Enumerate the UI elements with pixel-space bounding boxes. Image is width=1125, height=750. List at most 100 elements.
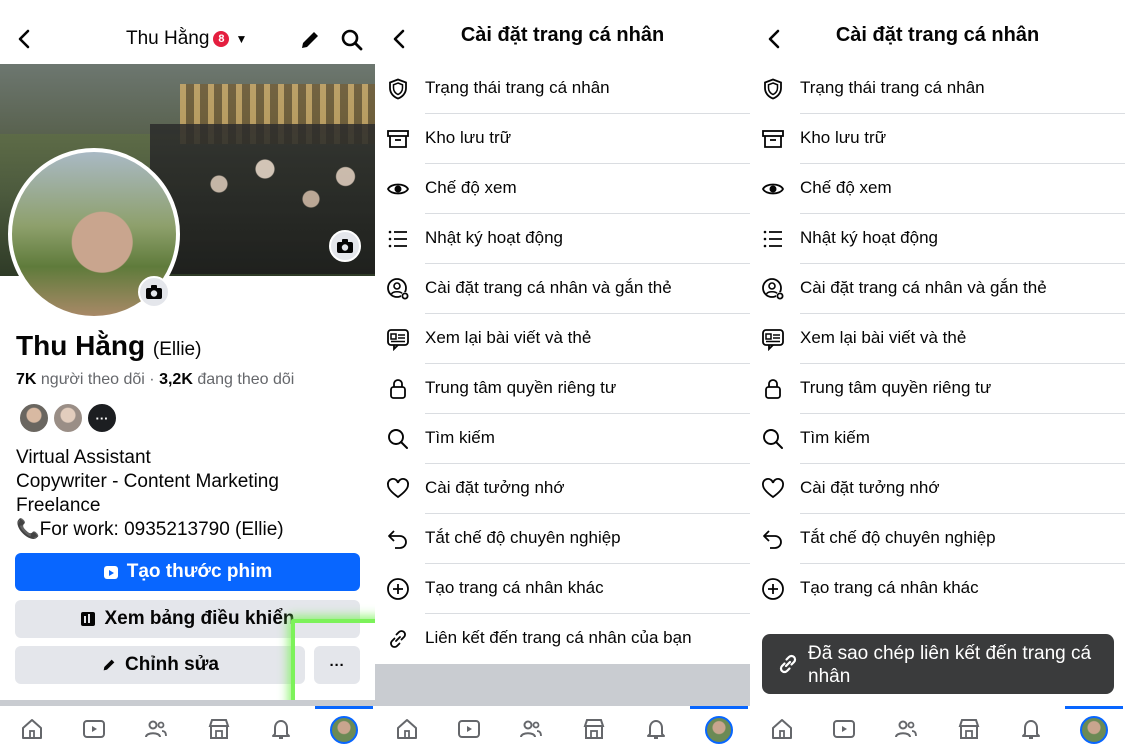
settings-menu-item[interactable]: Nhật ký hoạt động — [375, 214, 750, 264]
settings-menu-label: Trạng thái trang cá nhân — [800, 78, 985, 97]
undo-icon — [388, 530, 407, 549]
dashboard-label: Xem bảng điều khiển — [104, 608, 295, 629]
nav-notifications[interactable] — [1018, 716, 1044, 742]
home-icon — [22, 719, 42, 739]
more-friends-button[interactable]: ··· — [86, 402, 118, 434]
settings-menu-label: Tạo trang cá nhân khác — [800, 578, 979, 597]
dashboard-icon — [81, 612, 96, 626]
nav-marketplace[interactable] — [206, 716, 232, 742]
active-tab-indicator — [315, 706, 373, 709]
settings-menu-item[interactable]: Kho lưu trữ — [375, 114, 750, 164]
settings-menu-item[interactable]: Trạng thái trang cá nhân — [750, 64, 1125, 114]
friend-avatar[interactable] — [52, 402, 84, 434]
eye-icon — [761, 183, 785, 195]
settings-menu-item[interactable]: Tắt chế độ chuyên nghiệp — [750, 514, 1125, 564]
cover-camera-button[interactable] — [329, 230, 361, 262]
settings-menu-label: Cài đặt trang cá nhân và gắn thẻ — [425, 278, 672, 297]
create-reel-label: Tạo thước phim — [126, 561, 273, 582]
menu-footer — [375, 664, 750, 706]
video-icon — [458, 720, 480, 738]
settings-menu-item[interactable]: Trung tâm quyền riêng tư — [375, 364, 750, 414]
settings-menu-label: Kho lưu trữ — [800, 128, 887, 147]
settings-menu-label: Xem lại bài viết và thẻ — [800, 328, 967, 347]
settings-menu-label: Liên kết đến trang cá nhân của bạn — [425, 628, 692, 647]
avatar-camera-button[interactable] — [138, 276, 170, 308]
settings-menu-item[interactable]: Cài đặt trang cá nhân và gắn thẻ — [750, 264, 1125, 314]
settings-menu-item[interactable]: Nhật ký hoạt động — [750, 214, 1125, 264]
edit-button[interactable] — [298, 28, 322, 52]
settings-menu-item[interactable]: Chế độ xem — [375, 164, 750, 214]
bell-icon — [1022, 720, 1040, 739]
settings-menu-item[interactable]: Tạo trang cá nhân khác — [375, 564, 750, 614]
settings-menu-item[interactable]: Chế độ xem — [750, 164, 1125, 214]
settings-screen: Cài đặt trang cá nhân Trạng thái trang c… — [375, 0, 750, 750]
nav-marketplace[interactable] — [581, 716, 607, 742]
friend-avatar[interactable] — [18, 402, 50, 434]
settings-menu-label: Xem lại bài viết và thẻ — [425, 328, 592, 347]
home-icon — [397, 719, 417, 739]
list-icon — [763, 230, 782, 248]
nav-friends[interactable] — [893, 716, 919, 742]
nav-profile-avatar[interactable] — [330, 716, 358, 744]
plus-circle-icon — [387, 578, 409, 600]
plus-circle-icon — [762, 578, 784, 600]
video-icon — [83, 720, 105, 738]
lock-icon — [390, 379, 406, 399]
active-tab-indicator — [1065, 706, 1123, 709]
settings-menu-item[interactable]: Tạo trang cá nhân khác — [750, 564, 1125, 614]
back-button[interactable] — [14, 26, 34, 52]
settings-menu-item[interactable]: Cài đặt trang cá nhân và gắn thẻ — [375, 264, 750, 314]
settings-menu-item[interactable]: Tắt chế độ chuyên nghiệp — [375, 514, 750, 564]
settings-menu-label: Tắt chế độ chuyên nghiệp — [425, 528, 621, 547]
archive-icon — [762, 130, 784, 148]
bio-line: 📞For work: 0935213790 (Ellie) — [16, 519, 284, 540]
friends-icon — [895, 720, 917, 738]
camera-icon — [337, 239, 353, 253]
nav-profile-avatar[interactable] — [705, 716, 733, 744]
review-icon — [762, 329, 784, 351]
bio-line: Copywriter - Content Marketing — [16, 471, 279, 492]
settings-menu: Trạng thái trang cá nhân Kho lưu trữ Chế đ… — [750, 64, 1125, 614]
following-label: đang theo dõi — [197, 371, 295, 388]
nav-home[interactable] — [394, 716, 420, 742]
settings-menu-item[interactable]: Tìm kiếm — [750, 414, 1125, 464]
nav-video[interactable] — [831, 716, 857, 742]
heart-icon — [762, 478, 784, 499]
settings-menu-item[interactable]: Trạng thái trang cá nhân — [375, 64, 750, 114]
settings-menu-item[interactable]: Liên kết đến trang cá nhân của bạn — [375, 614, 750, 664]
settings-menu-item[interactable]: Cài đặt tưởng nhớ — [750, 464, 1125, 514]
settings-menu-label: Cài đặt tưởng nhớ — [800, 478, 940, 497]
nav-video[interactable] — [456, 716, 482, 742]
profile-gear-icon — [762, 278, 784, 300]
profile-header: Thu Hằng 8 ▼ — [0, 0, 375, 64]
search-button[interactable] — [340, 28, 364, 52]
lock-icon — [765, 379, 781, 399]
settings-menu-item[interactable]: Xem lại bài viết và thẻ — [750, 314, 1125, 364]
back-arrow-icon — [18, 29, 30, 49]
nav-notifications[interactable] — [268, 716, 294, 742]
settings-menu-label: Cài đặt trang cá nhân và gắn thẻ — [800, 278, 1047, 297]
followers-count[interactable]: 7K — [16, 371, 36, 388]
nav-video[interactable] — [81, 716, 107, 742]
nav-friends[interactable] — [518, 716, 544, 742]
nav-profile-avatar[interactable] — [1080, 716, 1108, 744]
profile-switcher[interactable]: Thu Hằng 8 ▼ — [126, 28, 247, 50]
create-reel-button[interactable]: Tạo thước phim — [15, 553, 360, 591]
settings-menu-item[interactable]: Kho lưu trữ — [750, 114, 1125, 164]
edit-profile-button[interactable]: Chỉnh sửa — [15, 646, 305, 684]
following-count[interactable]: 3,2K — [159, 371, 193, 388]
settings-menu-item[interactable]: Tìm kiếm — [375, 414, 750, 464]
nav-friends[interactable] — [143, 716, 169, 742]
nav-home[interactable] — [19, 716, 45, 742]
notification-badge: 8 — [213, 31, 230, 47]
settings-menu-label: Trung tâm quyền riêng tư — [800, 378, 992, 397]
bio-line: Virtual Assistant — [16, 447, 151, 468]
nav-home[interactable] — [769, 716, 795, 742]
nav-notifications[interactable] — [643, 716, 669, 742]
header-name: Thu Hằng — [126, 28, 210, 49]
settings-menu-item[interactable]: Trung tâm quyền riêng tư — [750, 364, 1125, 414]
chevron-down-icon: ▼ — [235, 32, 248, 46]
settings-menu-item[interactable]: Cài đặt tưởng nhớ — [375, 464, 750, 514]
settings-menu-item[interactable]: Xem lại bài viết và thẻ — [375, 314, 750, 364]
nav-marketplace[interactable] — [956, 716, 982, 742]
